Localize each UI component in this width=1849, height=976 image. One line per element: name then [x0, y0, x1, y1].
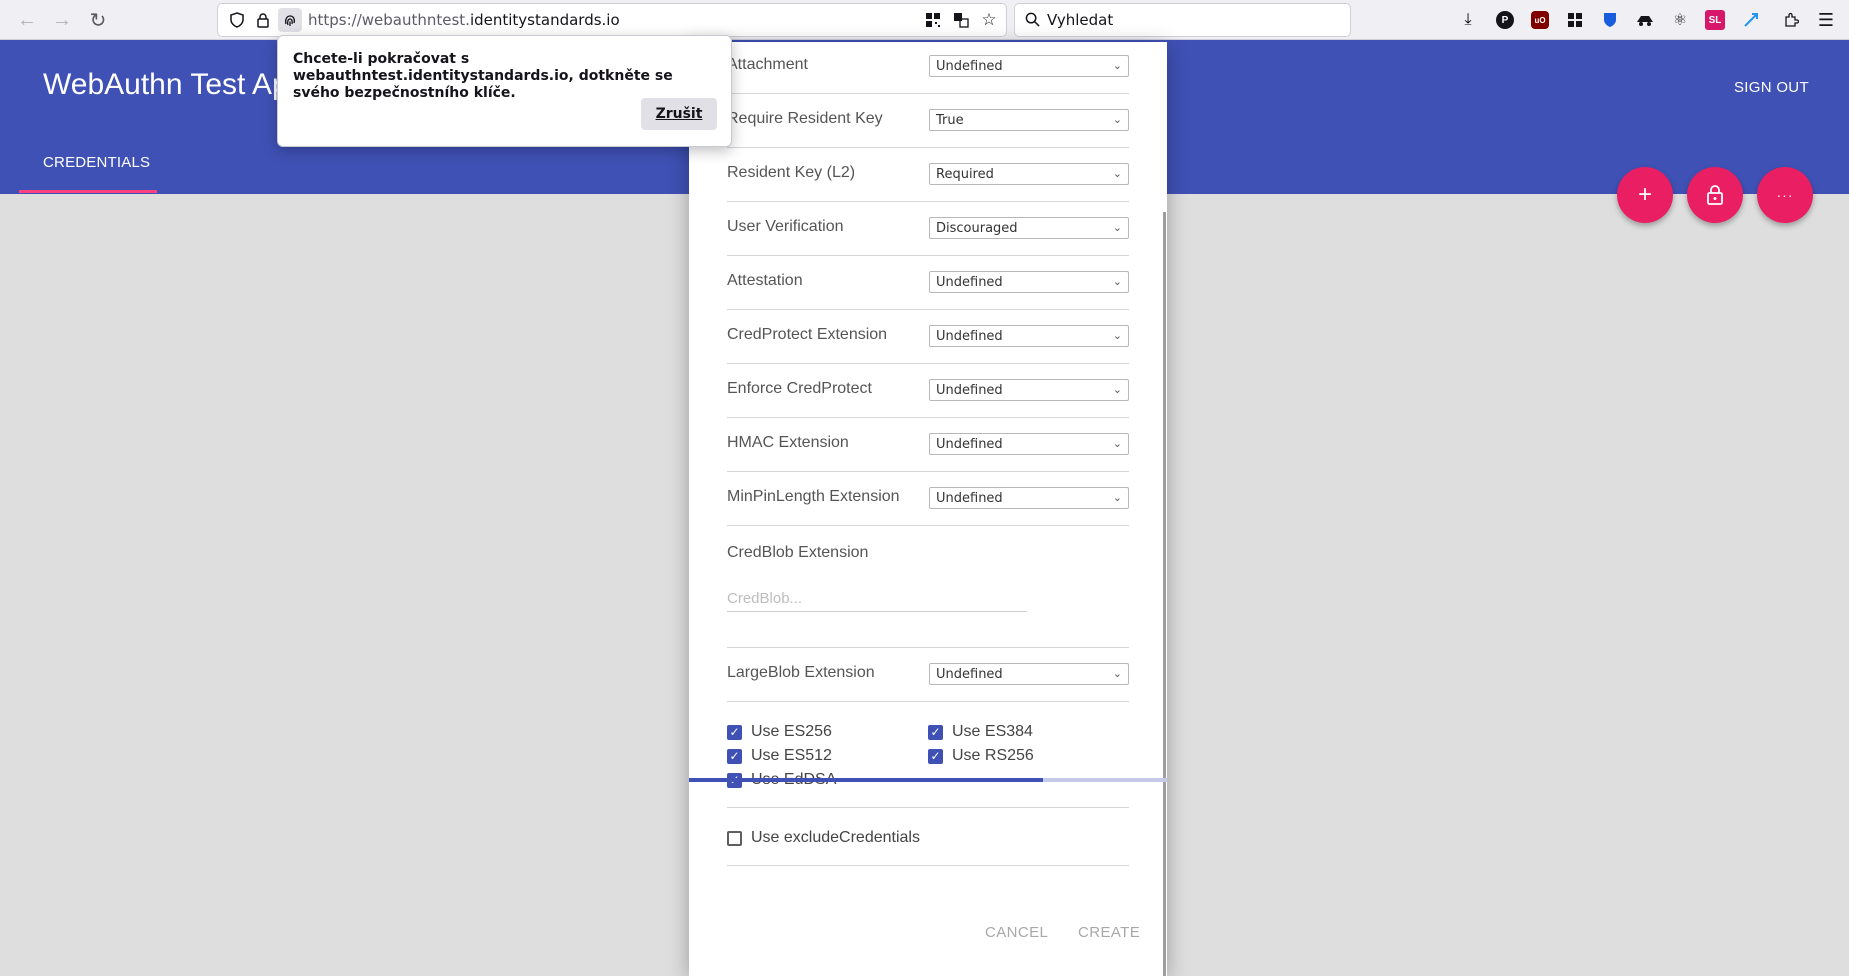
- option-label: LargeBlob Extension: [727, 664, 875, 681]
- search-icon: [1025, 12, 1040, 32]
- require-resident-key-select[interactable]: True ⌄: [929, 109, 1129, 131]
- use-rs256-checkbox[interactable]: ✓ Use RS256: [928, 747, 1034, 765]
- checkmark-icon: ✓: [928, 724, 943, 740]
- credblob-input[interactable]: [727, 586, 1027, 612]
- option-row-largeblob: LargeBlob Extension Undefined ⌄: [727, 648, 1129, 702]
- attachment-select[interactable]: Undefined ⌄: [929, 55, 1129, 77]
- checkmark-icon: ✓: [727, 724, 742, 740]
- option-label: Attestation: [727, 272, 803, 289]
- security-key-prompt: Chcete-li pokračovat s webauthntest.iden…: [277, 35, 732, 147]
- plus-icon: +: [1637, 181, 1652, 208]
- chevron-down-icon: ⌄: [1112, 330, 1122, 342]
- sign-out-button[interactable]: SIGN OUT: [1734, 79, 1809, 96]
- option-row-credprotect: CredProtect Extension Undefined ⌄: [727, 310, 1129, 364]
- chevron-down-icon: ⌄: [1112, 60, 1122, 72]
- progress-bar-fill: [689, 778, 1043, 782]
- bookmark-star-icon[interactable]: ☆: [980, 10, 998, 29]
- ublock-icon[interactable]: uO: [1531, 11, 1549, 29]
- option-label: Resident Key (L2): [727, 164, 856, 181]
- credblob-label: CredBlob Extension: [727, 544, 869, 561]
- chevron-down-icon: ⌄: [1112, 168, 1122, 180]
- lock-icon[interactable]: [254, 11, 272, 29]
- react-devtools-icon[interactable]: ⚛: [1669, 9, 1691, 31]
- option-row-minpinlength: MinPinLength Extension Undefined ⌄: [727, 472, 1129, 526]
- download-icon[interactable]: ⤓: [1457, 9, 1479, 31]
- minpinlength-select[interactable]: Undefined ⌄: [929, 487, 1129, 509]
- option-row-resident-key: Resident Key (L2) Required ⌄: [727, 148, 1129, 202]
- attestation-select[interactable]: Undefined ⌄: [929, 271, 1129, 293]
- more-options-button[interactable]: ···: [1757, 167, 1813, 223]
- search-placeholder: Vyhledat: [1047, 11, 1114, 29]
- use-es256-checkbox[interactable]: ✓ Use ES256: [727, 723, 832, 741]
- divider: [727, 865, 1129, 866]
- option-label: CredProtect Extension: [727, 326, 888, 343]
- option-label: Attachment: [727, 56, 808, 73]
- extension-p-icon[interactable]: P: [1496, 11, 1514, 29]
- dialog-scrollbar[interactable]: [1163, 212, 1166, 976]
- option-label: Require Resident Key: [727, 110, 883, 127]
- extensions-puzzle-icon[interactable]: [1780, 9, 1802, 31]
- extension-spy-icon[interactable]: [1634, 9, 1656, 31]
- hmac-select[interactable]: Undefined ⌄: [929, 433, 1129, 455]
- prompt-cancel-button[interactable]: Zrušit: [641, 98, 717, 130]
- bitwarden-shield-icon[interactable]: [1599, 9, 1621, 31]
- use-exclude-credentials-checkbox[interactable]: Use excludeCredentials: [727, 829, 920, 847]
- tab-credentials[interactable]: CREDENTIALS: [43, 154, 150, 171]
- add-credential-button[interactable]: +: [1617, 167, 1673, 223]
- divider: [727, 807, 1129, 808]
- qr-code-icon[interactable]: [924, 11, 942, 29]
- browser-toolbar: ← → ↻ https://webauthntest.identitystand…: [0, 0, 1849, 40]
- user-verification-select[interactable]: Discouraged ⌄: [929, 217, 1129, 239]
- resident-key-select[interactable]: Required ⌄: [929, 163, 1129, 185]
- option-label: User Verification: [727, 218, 844, 235]
- enforce-credprotect-select[interactable]: Undefined ⌄: [929, 379, 1129, 401]
- use-es512-checkbox[interactable]: ✓ Use ES512: [727, 747, 832, 765]
- tracking-shield-icon[interactable]: [228, 11, 246, 29]
- hamburger-menu-icon[interactable]: ☰: [1815, 9, 1837, 31]
- largeblob-select[interactable]: Undefined ⌄: [929, 663, 1129, 685]
- chevron-down-icon: ⌄: [1112, 222, 1122, 234]
- option-row-attachment: Attachment Undefined ⌄: [727, 40, 1129, 94]
- checkmark-icon: ✓: [727, 748, 742, 764]
- chevron-down-icon: ⌄: [1112, 276, 1122, 288]
- tab-indicator: [19, 190, 157, 193]
- lock-button[interactable]: [1687, 167, 1743, 223]
- option-row-hmac: HMAC Extension Undefined ⌄: [727, 418, 1129, 472]
- chevron-down-icon: ⌄: [1112, 384, 1122, 396]
- reload-icon[interactable]: ↻: [86, 8, 110, 32]
- back-icon[interactable]: ←: [15, 8, 39, 32]
- option-row-user-verification: User Verification Discouraged ⌄: [727, 202, 1129, 256]
- translate-icon[interactable]: [952, 11, 970, 29]
- cancel-button[interactable]: CANCEL: [985, 924, 1048, 941]
- use-es384-checkbox[interactable]: ✓ Use ES384: [928, 723, 1033, 741]
- chevron-down-icon: ⌄: [1112, 492, 1122, 504]
- progress-bar: [689, 778, 1167, 782]
- checkmark-icon: ✓: [928, 748, 943, 764]
- chevron-down-icon: ⌄: [1112, 114, 1122, 126]
- extension-grid-icon[interactable]: [1564, 9, 1586, 31]
- prompt-message: Chcete-li pokračovat s webauthntest.iden…: [293, 51, 673, 101]
- chevron-down-icon: ⌄: [1112, 668, 1122, 680]
- option-label: Enforce CredProtect: [727, 380, 872, 397]
- option-row-attestation: Attestation Undefined ⌄: [727, 256, 1129, 310]
- extension-sl-icon[interactable]: SL: [1705, 10, 1725, 30]
- extension-arrows-icon[interactable]: [1740, 9, 1762, 31]
- chevron-down-icon: ⌄: [1112, 438, 1122, 450]
- option-row-require-resident-key: Require Resident Key True ⌄: [727, 94, 1129, 148]
- option-label: MinPinLength Extension: [727, 488, 900, 505]
- lock-icon: [1707, 185, 1723, 205]
- option-row-enforce-credprotect: Enforce CredProtect Undefined ⌄: [727, 364, 1129, 418]
- checkbox-empty-icon: [727, 830, 742, 846]
- app-title: WebAuthn Test App: [43, 68, 306, 101]
- more-icon: ···: [1776, 187, 1794, 203]
- url-bar[interactable]: https://webauthntest.identitystandards.i…: [218, 4, 1006, 36]
- create-button[interactable]: CREATE: [1078, 924, 1140, 941]
- credprotect-select[interactable]: Undefined ⌄: [929, 325, 1129, 347]
- url-text: https://webauthntest.identitystandards.i…: [308, 11, 620, 29]
- forward-icon[interactable]: →: [50, 8, 74, 32]
- search-bar[interactable]: Vyhledat: [1015, 4, 1350, 36]
- fingerprint-icon[interactable]: [278, 8, 302, 32]
- option-label: HMAC Extension: [727, 434, 849, 451]
